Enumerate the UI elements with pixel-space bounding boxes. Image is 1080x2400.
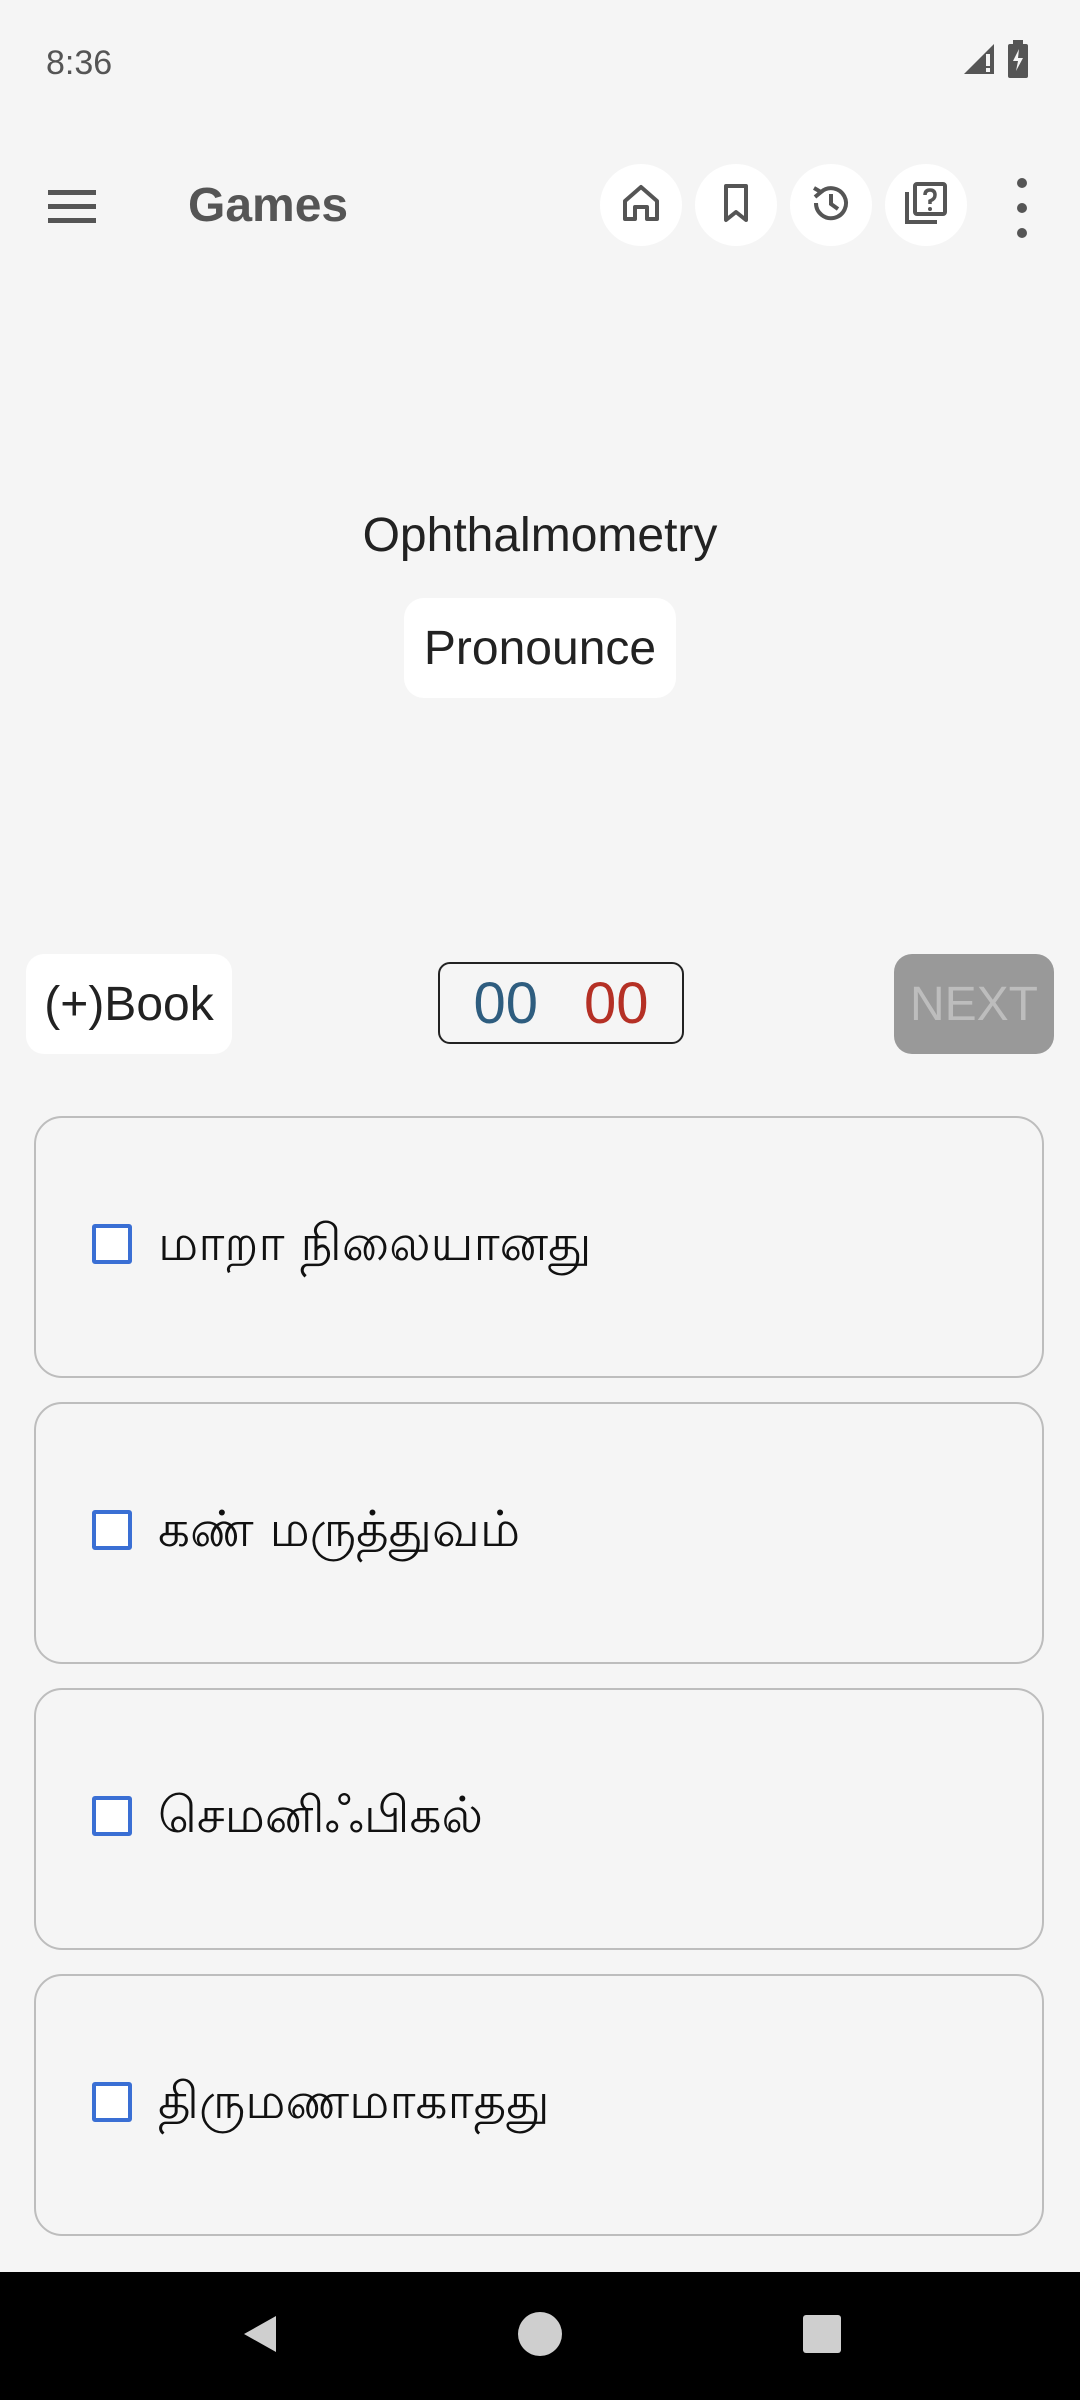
quiz-button[interactable] — [885, 164, 967, 246]
history-icon — [808, 180, 854, 230]
answer-option[interactable]: திருமணமாகாதது — [34, 1974, 1044, 2236]
option-label: திருமணமாகாதது — [158, 2072, 550, 2130]
answer-option[interactable]: மாறா நிலையானது — [34, 1116, 1044, 1378]
bookmark-icon — [714, 181, 758, 229]
recents-icon — [801, 2313, 843, 2359]
question-word: Ophthalmometry — [362, 509, 718, 562]
answer-option[interactable]: செமனிஃபிகல் — [34, 1688, 1044, 1950]
menu-icon — [44, 190, 104, 236]
more-vert-icon — [1017, 178, 1027, 188]
next-button[interactable]: NEXT — [894, 954, 1054, 1054]
app-bar: Games — [0, 130, 1080, 280]
correct-count: 00 — [473, 970, 538, 1036]
score-box: 00 00 — [438, 962, 684, 1044]
option-checkbox[interactable] — [92, 1224, 132, 1264]
option-label: செமனிஃபிகல் — [158, 1786, 483, 1844]
page-title: Games — [188, 179, 349, 232]
quiz-icon — [903, 180, 949, 230]
system-nav-bar — [0, 2272, 1080, 2400]
option-label: மாறா நிலையானது — [158, 1214, 592, 1272]
pronounce-button[interactable]: Pronounce — [404, 598, 676, 698]
bookmark-button[interactable] — [695, 164, 777, 246]
home-icon — [619, 181, 663, 229]
signal-icon — [962, 42, 996, 80]
home-button[interactable] — [600, 164, 682, 246]
home-nav-button[interactable] — [500, 2272, 580, 2400]
status-bar: 8:36 — [0, 0, 1080, 130]
option-checkbox[interactable] — [92, 1510, 132, 1550]
option-checkbox[interactable] — [92, 1796, 132, 1836]
more-options-button[interactable] — [1002, 178, 1042, 238]
back-button[interactable] — [220, 2272, 300, 2400]
battery-icon — [1006, 40, 1030, 82]
status-time: 8:36 — [46, 44, 113, 82]
more-vert-dot — [1017, 203, 1027, 213]
status-icons — [962, 40, 1030, 82]
wrong-count: 00 — [584, 970, 649, 1036]
recents-button[interactable] — [782, 2272, 862, 2400]
back-icon — [236, 2310, 284, 2362]
answer-option[interactable]: கண் மருத்துவம் — [34, 1402, 1044, 1664]
add-book-button[interactable]: (+)Book — [26, 954, 232, 1054]
option-checkbox[interactable] — [92, 2082, 132, 2122]
more-vert-dot — [1017, 228, 1027, 238]
home-nav-icon — [516, 2310, 564, 2362]
history-button[interactable] — [790, 164, 872, 246]
option-label: கண் மருத்துவம் — [158, 1500, 521, 1558]
menu-button[interactable] — [44, 182, 104, 232]
